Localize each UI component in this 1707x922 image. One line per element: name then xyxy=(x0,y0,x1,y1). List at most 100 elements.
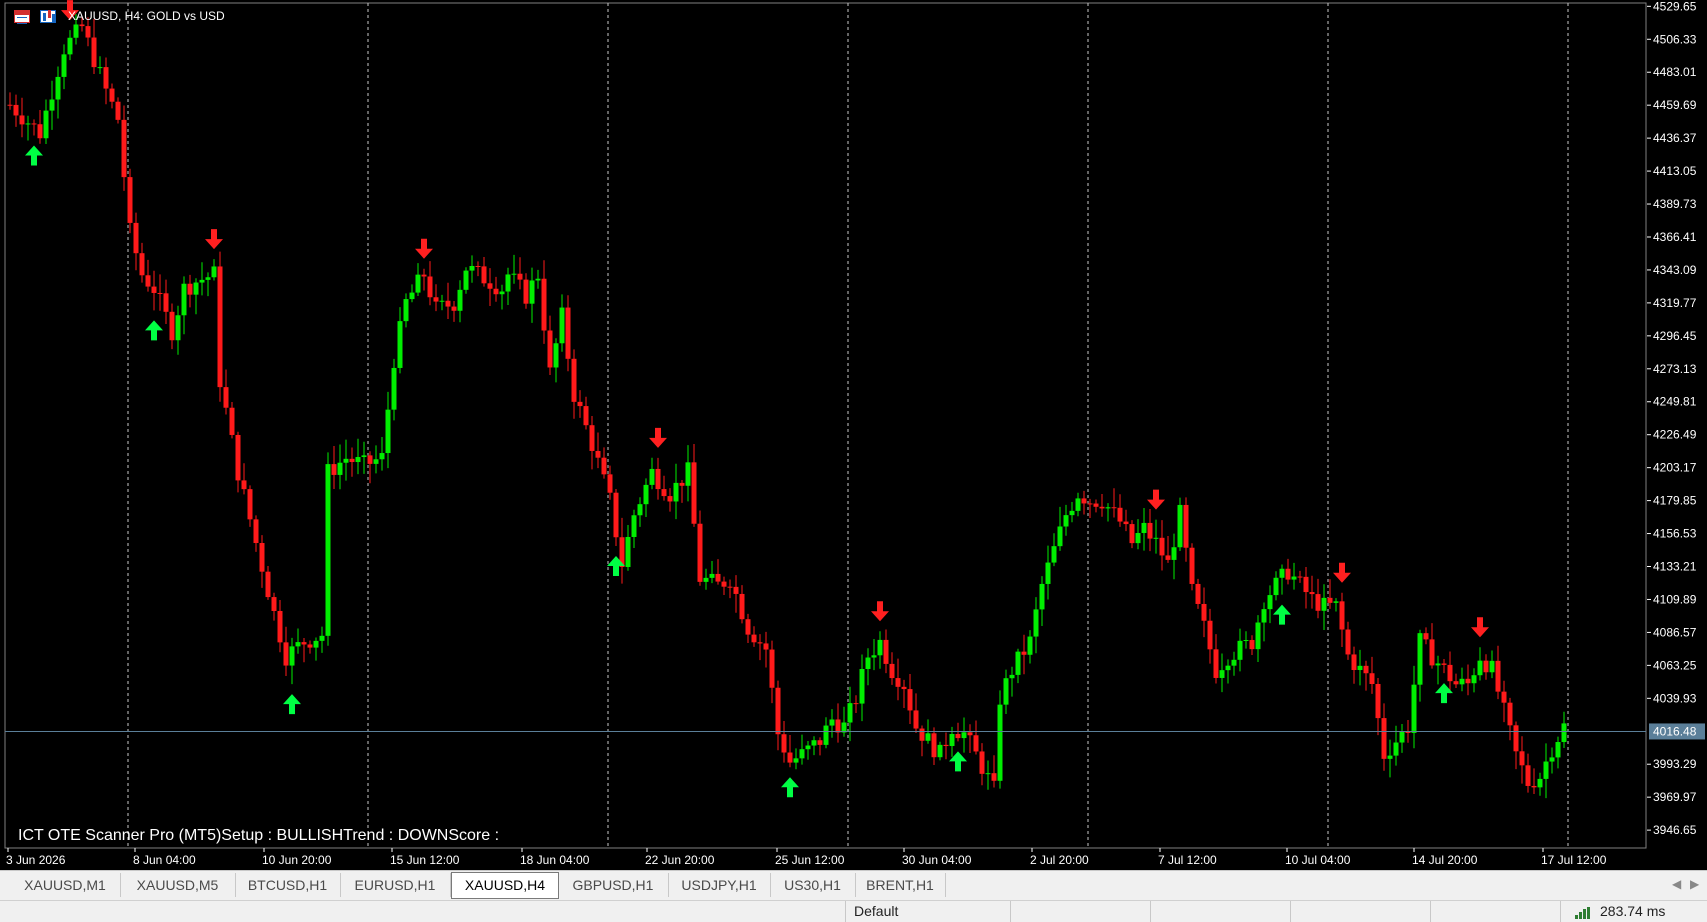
candle-body xyxy=(1501,691,1507,703)
bars-icon[interactable] xyxy=(40,9,56,23)
candle-body xyxy=(1441,663,1447,665)
candle-body xyxy=(283,642,289,666)
tab-xauusd-h4[interactable]: XAUUSD,H4 xyxy=(451,872,559,899)
buy-signal-arrow-icon xyxy=(283,694,301,715)
tab-scroll-right-icon[interactable]: ▶ xyxy=(1690,877,1699,891)
candle-body xyxy=(1033,609,1039,637)
candle-body xyxy=(895,678,901,687)
candle-body xyxy=(61,54,67,77)
tab-usdjpy-h1[interactable]: USDJPY,H1 xyxy=(668,873,771,897)
candle-body xyxy=(1327,597,1333,603)
candle-body xyxy=(901,686,907,690)
candle-body xyxy=(127,177,133,223)
candle-body xyxy=(523,279,529,304)
candle-body xyxy=(1111,507,1117,509)
tab-xauusd-m1[interactable]: XAUUSD,M1 xyxy=(10,873,121,897)
profile-status[interactable]: Default xyxy=(845,901,1019,922)
candle-body xyxy=(235,434,241,481)
candle-body xyxy=(721,581,727,587)
price-chart[interactable]: 4529.65 4506.33 4483.01 4459.69 4436.37 4413.… xyxy=(0,0,1707,870)
status-cell-empty xyxy=(1430,901,1569,922)
candle-body xyxy=(1453,681,1459,685)
candle-body xyxy=(331,464,337,475)
candle-body xyxy=(547,330,553,368)
y-tick-label: 4343.09 xyxy=(1653,263,1697,277)
candle-body xyxy=(1291,576,1297,580)
tab-btcusd-h1[interactable]: BTCUSD,H1 xyxy=(235,873,341,897)
ping-value: 283.74 ms xyxy=(1600,903,1666,919)
candle-body xyxy=(1093,503,1099,507)
candle-body xyxy=(913,710,919,729)
candle-body xyxy=(499,291,505,295)
tab-xauusd-m5[interactable]: XAUUSD,M5 xyxy=(120,873,236,897)
candle-body xyxy=(1459,678,1465,685)
candle-body xyxy=(433,297,439,302)
candle-body xyxy=(601,457,607,475)
x-tick-label: 2 Jul 20:00 xyxy=(1030,853,1089,867)
tab-scroll-left-icon[interactable]: ◀ xyxy=(1672,877,1681,891)
candle-body xyxy=(19,115,25,125)
candle-body xyxy=(1123,521,1129,525)
tab-brent-h1[interactable]: BRENT,H1 xyxy=(855,873,946,897)
candle-body xyxy=(1351,654,1357,671)
candle-body xyxy=(1117,507,1123,522)
x-tick-label: 22 Jun 20:00 xyxy=(645,853,715,867)
chart-window[interactable]: 4529.65 4506.33 4483.01 4459.69 4436.37 4413.… xyxy=(0,0,1707,870)
candle-body xyxy=(73,24,79,38)
candle-body xyxy=(1489,660,1495,673)
candle-body xyxy=(871,655,877,658)
sell-signal-arrow-icon xyxy=(871,601,889,622)
candle-body xyxy=(193,282,199,295)
candle-body xyxy=(661,489,667,497)
candle-body xyxy=(1051,546,1057,563)
candle-body xyxy=(1483,660,1489,673)
candle-body xyxy=(31,123,37,125)
candle-body xyxy=(781,734,787,753)
candle-body xyxy=(67,37,73,55)
y-tick-label: 4506.33 xyxy=(1653,32,1697,46)
candle-body xyxy=(685,462,691,486)
y-tick-label: 4133.21 xyxy=(1653,560,1697,574)
candle-body xyxy=(877,639,883,656)
candle-body xyxy=(1417,633,1423,685)
candle-body xyxy=(121,119,127,178)
candle-body xyxy=(1381,718,1387,759)
y-tick-label: 4366.41 xyxy=(1653,230,1697,244)
candle-body xyxy=(991,773,997,781)
y-tick-label: 4296.45 xyxy=(1653,329,1697,343)
candle-body xyxy=(307,644,313,648)
candle-body xyxy=(775,687,781,735)
candle-body xyxy=(151,286,157,293)
candle-body xyxy=(643,484,649,505)
candle-body xyxy=(139,253,145,276)
candle-body xyxy=(301,642,307,645)
tab-gbpusd-h1[interactable]: GBPUSD,H1 xyxy=(558,873,669,897)
candle-body xyxy=(13,104,19,116)
candle-body xyxy=(37,124,43,139)
tab-us30-h1[interactable]: US30,H1 xyxy=(770,873,856,897)
candle-body xyxy=(1219,670,1225,678)
table-icon[interactable] xyxy=(14,9,30,24)
candle-body xyxy=(259,543,265,572)
x-tick-label: 10 Jul 04:00 xyxy=(1285,853,1351,867)
candle-body xyxy=(535,278,541,281)
candle-body xyxy=(97,67,103,69)
candle-body xyxy=(157,292,163,294)
sell-signal-arrow-icon xyxy=(649,427,667,448)
y-tick-label: 4179.85 xyxy=(1653,494,1697,508)
candle-body xyxy=(385,409,391,454)
candle-body xyxy=(979,751,985,774)
tab-eurusd-h1[interactable]: EURUSD,H1 xyxy=(340,873,451,897)
y-tick-label: 4273.13 xyxy=(1653,362,1697,376)
candle-body xyxy=(1411,684,1417,733)
candle-body xyxy=(679,482,685,486)
candle-body xyxy=(337,462,343,475)
candle-body xyxy=(1471,675,1477,684)
y-tick-label: 3969.97 xyxy=(1653,790,1697,804)
candle-body xyxy=(931,733,937,758)
candle-body xyxy=(925,733,931,741)
candle-body xyxy=(445,300,451,307)
candle-body xyxy=(1039,583,1045,610)
y-tick-label: 3946.65 xyxy=(1653,823,1697,837)
candle-body xyxy=(613,492,619,538)
